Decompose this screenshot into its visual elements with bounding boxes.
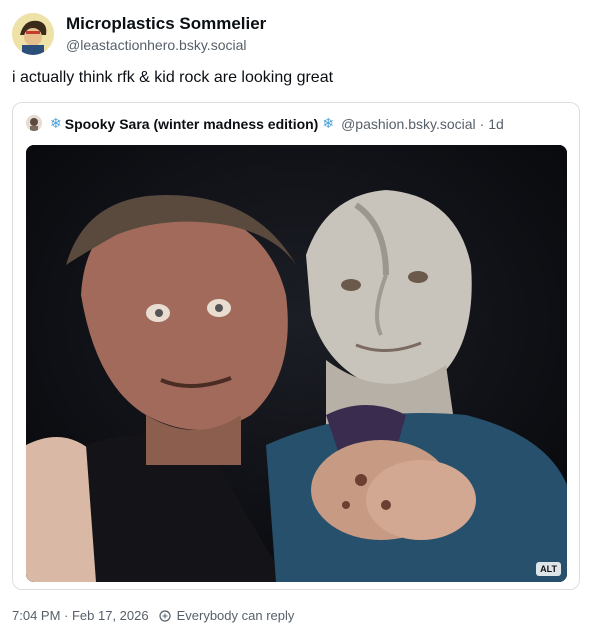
- quoted-author-name[interactable]: Spooky Sara (winter madness edition): [65, 116, 319, 132]
- author-handle[interactable]: @leastactionhero.bsky.social: [66, 37, 246, 53]
- reply-setting[interactable]: Everybody can reply: [177, 608, 295, 623]
- post-text: i actually think rfk & kid rock are look…: [12, 69, 334, 86]
- quoted-post-image[interactable]: ALT: [26, 145, 567, 582]
- alt-text-badge[interactable]: ALT: [536, 562, 561, 576]
- post-footer: 7:04 PM · Feb 17, 2026 Everybody can rep…: [12, 608, 294, 623]
- quoted-author-handle[interactable]: @pashion.bsky.social: [341, 116, 476, 132]
- quoted-post-age: · 1d: [479, 115, 504, 132]
- quoted-author-avatar[interactable]: [26, 115, 42, 131]
- quoted-post[interactable]: ❄ Spooky Sara (winter madness edition) ❄…: [12, 102, 580, 590]
- author-name[interactable]: Microplastics Sommelier: [66, 14, 266, 34]
- snowflake-icon: ❄: [50, 115, 62, 131]
- author-avatar[interactable]: [12, 13, 54, 55]
- globe-reply-icon: [158, 609, 171, 622]
- quoted-post-header: ❄ Spooky Sara (winter madness edition) ❄…: [50, 115, 504, 132]
- snowflake-icon: ❄: [322, 115, 335, 131]
- post-timestamp[interactable]: 7:04 PM · Feb 17, 2026: [12, 608, 149, 623]
